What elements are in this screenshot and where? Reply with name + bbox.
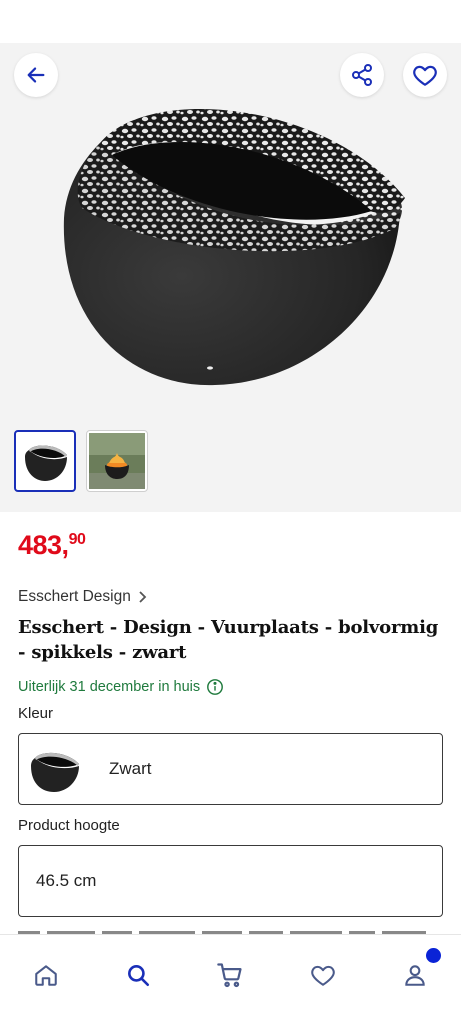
search-icon [128, 965, 150, 987]
share-button[interactable] [340, 53, 384, 97]
product-image [63, 108, 405, 386]
color-selector[interactable]: Zwart [18, 733, 443, 805]
back-button[interactable] [14, 53, 58, 97]
delivery-text: Uiterlijk 31 december in huis [18, 679, 201, 695]
cart-icon [217, 963, 243, 988]
nav-search[interactable] [116, 953, 160, 997]
nav-account[interactable] [393, 946, 443, 997]
chevron-right-icon [139, 591, 147, 603]
home-icon [35, 965, 57, 986]
info-icon[interactable] [206, 678, 224, 696]
product-title: Esschert - Design - Vuurplaats - bolvorm… [18, 617, 439, 663]
status-bar [0, 0, 461, 43]
delivery-info: Uiterlijk 31 december in huis [18, 677, 443, 697]
price-whole: 483, [18, 530, 69, 560]
price-cents: 90 [68, 531, 86, 548]
thumbnail-strip [14, 430, 148, 492]
height-value: 46.5 cm [36, 871, 97, 890]
notification-badge [423, 946, 443, 965]
arrow-left-icon [27, 67, 45, 83]
color-swatch-image [31, 752, 79, 792]
color-label: Kleur [18, 705, 54, 722]
product-gallery[interactable] [0, 43, 461, 512]
fire-bowl-thumbnail-image [25, 445, 67, 481]
thumbnail-product[interactable] [14, 430, 76, 492]
account-icon [405, 965, 425, 986]
thumbnail-garden[interactable] [86, 430, 148, 492]
nav-home[interactable] [24, 953, 68, 997]
fire-bowl-garden-image [89, 433, 145, 489]
height-label: Product hoogte [18, 817, 120, 834]
nav-cart[interactable] [208, 953, 252, 997]
height-selector[interactable]: 46.5 cm [18, 845, 443, 917]
heart-icon [413, 65, 437, 86]
color-value: Zwart [109, 759, 152, 778]
share-icon [352, 64, 372, 86]
brand-link[interactable]: Esschert Design [18, 587, 443, 607]
nav-favorites[interactable] [301, 953, 345, 997]
price: 483, 90 [18, 530, 443, 564]
favorite-button[interactable] [403, 53, 447, 97]
bottom-navigation [0, 934, 461, 1024]
heart-icon [310, 965, 335, 986]
brand-name: Esschert Design [18, 588, 131, 605]
